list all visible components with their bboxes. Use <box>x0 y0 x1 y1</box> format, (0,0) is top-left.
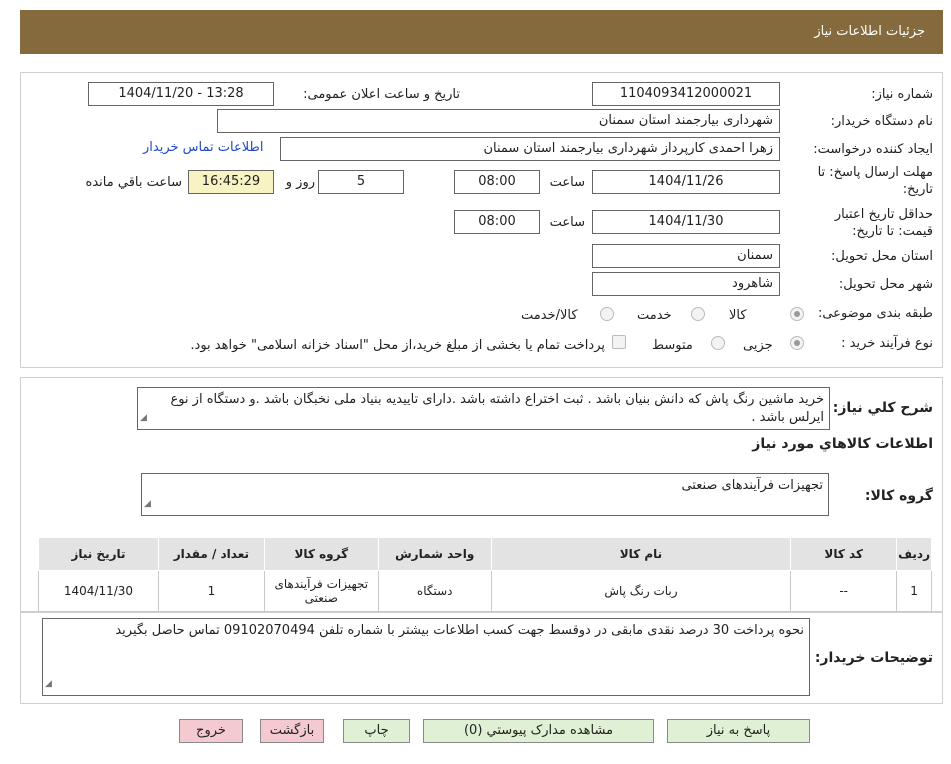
col-goods-group: گروه کالا <box>263 537 379 571</box>
deadline-label: مهلت ارسال پاسخ: تا تاریخ: <box>817 165 933 197</box>
page-header: جزئیات اطلاعات نیاز <box>20 10 943 54</box>
col-need-date: تاریخ نیاز <box>38 537 159 571</box>
announce-field: 1404/11/20 - 13:28 <box>88 82 274 106</box>
buyer-contact-link[interactable]: اطلاعات تماس خریدار <box>143 140 263 155</box>
city-label: شهر محل تحویل: <box>838 277 933 292</box>
announce-label: تاریخ و ساعت اعلان عمومی: <box>303 87 460 102</box>
validity-time-label: ساعت <box>549 215 585 230</box>
buyer-org-field: شهرداری بیارجمند استان سمنان <box>217 109 780 133</box>
deadline-time-field: 08:00 <box>454 170 540 194</box>
treasury-payment-note: پرداخت تمام یا بخشی از مبلغ خرید،از محل … <box>190 338 605 353</box>
resize-grip-icon[interactable]: ◢ <box>140 409 147 427</box>
summary-label: شرح کلي نياز: <box>832 400 933 416</box>
deadline-days-field: 5 <box>318 170 404 194</box>
category-option-goods: کالا <box>729 308 747 323</box>
buyer-notes-text: نحوه پرداخت 30 درصد نقدی مابقی در دوقسط … <box>115 623 804 638</box>
goods-group-label: گروه کالا: <box>864 488 933 504</box>
category-option-service: خدمت <box>637 308 672 323</box>
province-label: استان محل تحویل: <box>831 249 933 264</box>
category-label: طبقه بندی موضوعی: <box>817 306 933 321</box>
remaining-label: ساعت باقي مانده <box>85 175 182 190</box>
cell-goods-group: تجهیزات فرآیندهای صنعتی <box>263 570 379 612</box>
cell-need-date: 1404/11/30 <box>38 570 159 612</box>
validity-time-field: 08:00 <box>454 210 540 234</box>
process-radio-minor[interactable] <box>790 336 804 350</box>
deadline-date-field: 1404/11/26 <box>592 170 780 194</box>
resize-grip-icon[interactable]: ◢ <box>45 675 52 693</box>
goods-section-title: اطلاعات کالاهاي مورد نياز <box>752 436 933 452</box>
exit-button[interactable]: خروج <box>179 719 243 743</box>
city-field: شاهرود <box>592 272 780 296</box>
page-title: جزئیات اطلاعات نیاز <box>814 24 925 39</box>
back-button[interactable]: بازگشت <box>260 719 324 743</box>
summary-textarea[interactable]: خرید ماشین رنگ پاش که دانش بنیان باشد . … <box>137 387 830 430</box>
province-field: سمنان <box>592 244 780 268</box>
view-attachments-button[interactable]: مشاهده مدارک پيوستي (0) <box>423 719 654 743</box>
cell-unit: دستگاه <box>377 570 492 612</box>
cell-goods-name: ربات رنگ پاش <box>490 570 792 612</box>
days-label: روز و <box>285 175 315 190</box>
category-radio-service[interactable] <box>691 307 705 321</box>
col-goods-code: کد کالا <box>790 537 898 571</box>
category-option-goods-service: کالا/خدمت <box>521 308 578 323</box>
process-option-medium: متوسط <box>652 338 693 353</box>
process-radio-medium[interactable] <box>711 336 725 350</box>
treasury-payment-checkbox[interactable] <box>612 335 626 349</box>
goods-group-textarea[interactable]: تجهیزات فرآیندهای صنعتی ◢ <box>141 473 829 516</box>
col-goods-name: نام کالا <box>490 537 792 571</box>
col-quantity: تعداد / مقدار <box>157 537 265 571</box>
resize-grip-icon[interactable]: ◢ <box>144 495 151 513</box>
goods-table: رديف کد کالا نام کالا واحد شمارش گروه کا… <box>38 537 932 612</box>
requester-field: زهرا احمدی کارپرداز شهرداری بیارجمند است… <box>280 137 780 161</box>
col-row-number: رديف <box>896 537 932 571</box>
buyer-org-label: نام دستگاه خریدار: <box>830 114 933 129</box>
summary-text: خرید ماشین رنگ پاش که دانش بنیان باشد . … <box>170 392 824 425</box>
need-number-label: شماره نیاز: <box>871 87 933 102</box>
category-radio-goods-service[interactable] <box>600 307 614 321</box>
validity-date-field: 1404/11/30 <box>592 210 780 234</box>
process-option-minor: جزیی <box>743 338 773 353</box>
validity-label: حداقل تاریخ اعتبار قیمت: تا تاریخ: <box>834 207 933 239</box>
buyer-notes-label: توضیحات خریدار: <box>814 650 933 666</box>
cell-row-number: 1 <box>896 570 932 612</box>
deadline-time-label: ساعت <box>549 175 585 190</box>
remaining-time-field: 16:45:29 <box>188 170 274 194</box>
buyer-notes-textarea[interactable]: نحوه پرداخت 30 درصد نقدی مابقی در دوقسط … <box>42 618 810 696</box>
category-radio-goods[interactable] <box>790 307 804 321</box>
table-row: 1 -- ربات رنگ پاش دستگاه تجهیزات فرآینده… <box>38 570 932 612</box>
col-unit: واحد شمارش <box>377 537 492 571</box>
reply-button[interactable]: پاسخ به نياز <box>667 719 810 743</box>
print-button[interactable]: چاپ <box>343 719 410 743</box>
need-number-field: 1104093412000021 <box>592 82 780 106</box>
requester-label: ایجاد کننده درخواست: <box>813 142 933 157</box>
cell-quantity: 1 <box>157 570 265 612</box>
process-label: نوع فرآیند خرید : <box>841 336 933 351</box>
goods-group-value: تجهیزات فرآیندهای صنعتی <box>681 478 823 493</box>
table-header-row: رديف کد کالا نام کالا واحد شمارش گروه کا… <box>38 537 932 571</box>
cell-goods-code: -- <box>790 570 898 612</box>
